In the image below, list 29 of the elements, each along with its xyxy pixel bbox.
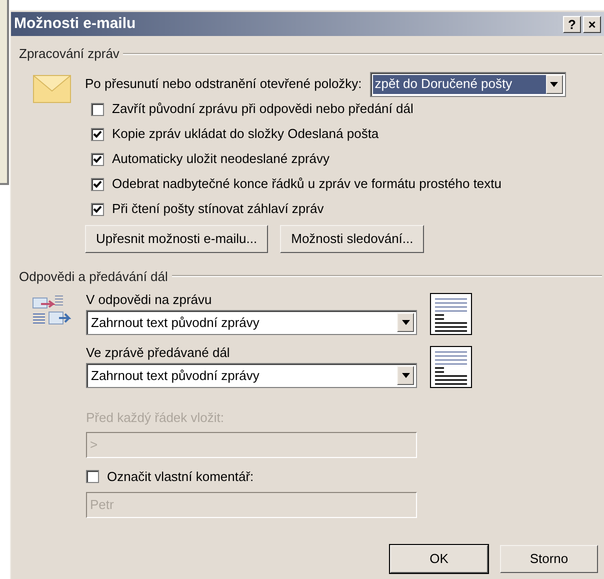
button[interactable]: OK	[390, 545, 488, 573]
message-layout-icon	[430, 346, 472, 388]
field-label: V odpovědi na zprávu	[86, 292, 213, 308]
group-label: Zpracování zpráv	[19, 45, 120, 63]
checkbox[interactable]	[91, 202, 104, 216]
dropdown[interactable]: zpět do Doručené pošty	[370, 72, 566, 96]
button[interactable]: Možnosti sledování...	[280, 224, 424, 252]
dropdown[interactable]: Zahrnout text původní zprávy	[86, 363, 417, 388]
checkbox[interactable]	[91, 152, 104, 166]
button[interactable]: Storno	[500, 545, 598, 573]
close-button[interactable]: ×	[583, 16, 601, 32]
group-label: Odpovědi a předávání dál	[19, 268, 168, 286]
help-button[interactable]: ?	[563, 16, 581, 32]
checkbox[interactable]	[91, 102, 104, 116]
dropdown[interactable]: Zahrnout text původní zprávy	[86, 310, 417, 335]
checkbox-label: Automaticky uložit neodeslané zprávy	[112, 150, 330, 168]
field-label: Po přesunutí nebo odstranění otevřené položky:	[85, 75, 362, 94]
field-label: Ve zprávě předávané dál	[86, 345, 231, 361]
window-title: Možnosti e-mailu	[14, 14, 137, 34]
checkbox-label: Odebrat nadbytečné konce řádků u zpráv ve formátu prostého textu	[112, 175, 502, 194]
checkbox-label: Označit vlastní komentář:	[107, 468, 254, 486]
message-layout-icon	[430, 293, 472, 335]
checkbox[interactable]	[91, 128, 104, 140]
checkbox-label: Při čtení pošty stínovat záhlaví zpráv	[112, 200, 324, 218]
button[interactable]: Upřesnit možnosti e-mailu...	[85, 224, 268, 252]
checkbox-label: Kopie zpráv ukládat do složky Odeslaná pošta	[112, 125, 379, 144]
checkbox[interactable]	[91, 178, 104, 190]
checkbox-label: Zavřít původní zprávu při odpovědi nebo předání dál	[112, 100, 414, 118]
envelope-icon	[33, 74, 71, 102]
